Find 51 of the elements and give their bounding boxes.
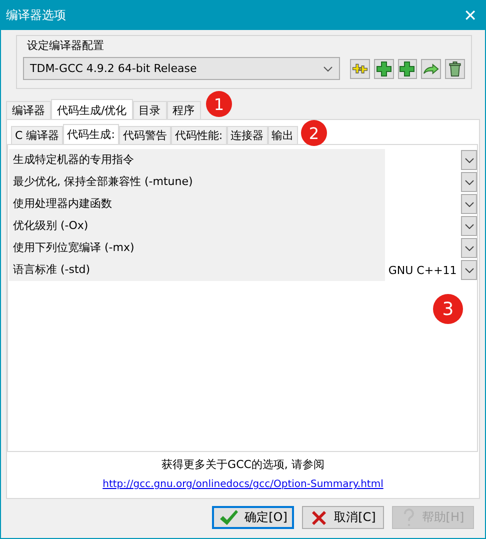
- delete-button[interactable]: [445, 58, 465, 78]
- dropdown-button[interactable]: [461, 260, 477, 280]
- callout-badge: 1: [206, 91, 232, 117]
- tab[interactable]: C 编译器: [11, 126, 64, 144]
- hint-text: 获得更多关于GCC的选项, 请参阅: [160, 457, 326, 472]
- tab[interactable]: 编译器: [6, 101, 51, 119]
- chevron-icon: [322, 66, 333, 72]
- tab[interactable]: 程序: [166, 101, 201, 119]
- cross-icon: [310, 508, 328, 526]
- dropdown-button[interactable]: [461, 150, 477, 170]
- rename-button[interactable]: [421, 58, 442, 78]
- option-label: 使用处理器内建函数: [9, 193, 386, 215]
- group-label: 设定编译器配置: [27, 38, 105, 53]
- tab[interactable]: 代码生成/优化: [51, 99, 133, 119]
- window-title: 编译器选项: [6, 7, 66, 24]
- arrow-icon: [423, 62, 440, 76]
- add-button[interactable]: [350, 58, 370, 78]
- chevron-icon: [464, 202, 474, 206]
- compiler-dropdown[interactable]: TDM-GCC 4.9.2 64-bit Release: [23, 57, 340, 80]
- chevron-icon: [464, 246, 474, 250]
- add-button[interactable]: [374, 58, 394, 78]
- chevron-icon: [464, 158, 474, 162]
- dropdown-button[interactable]: [461, 238, 477, 258]
- check-icon: [218, 508, 239, 526]
- dropdown-button[interactable]: [461, 194, 477, 214]
- option-label: 优化级别 (-Ox): [9, 215, 386, 237]
- option-label: 最少优化, 保持全部兼容性 (-mtune): [9, 171, 386, 193]
- question-icon: [402, 508, 416, 528]
- trash-icon: [447, 60, 464, 76]
- docs-link[interactable]: http://gcc.gnu.org/onlinedocs/gcc/Option-Summary.html: [102, 479, 384, 490]
- tab[interactable]: 输出: [268, 126, 298, 144]
- option-label: 使用下列位宽编译 (-mx): [9, 237, 386, 259]
- option-label: 生成特定机器的专用指令: [9, 149, 386, 171]
- tab[interactable]: 目录: [132, 101, 167, 119]
- double-plus-icon: [352, 62, 368, 76]
- option-value: GNU C++11: [388, 264, 457, 276]
- plus-icon: [376, 60, 392, 76]
- tab[interactable]: 代码性能:: [170, 126, 227, 144]
- dropdown-button[interactable]: [461, 172, 477, 192]
- tab[interactable]: 代码警告: [118, 126, 171, 144]
- plus-icon: [399, 60, 416, 76]
- ok-button[interactable]: 确定[O]: [212, 506, 294, 529]
- chevron-icon: [464, 268, 474, 272]
- tab[interactable]: 连接器: [226, 126, 268, 144]
- cancel-button[interactable]: 取消[C]: [302, 506, 384, 529]
- tab[interactable]: 代码生成:: [63, 124, 119, 144]
- add-button[interactable]: [398, 58, 418, 78]
- chevron-icon: [464, 180, 474, 184]
- option-label: 语言标准 (-std): [9, 259, 386, 281]
- chevron-icon: [464, 224, 474, 228]
- dropdown-button[interactable]: [461, 216, 477, 236]
